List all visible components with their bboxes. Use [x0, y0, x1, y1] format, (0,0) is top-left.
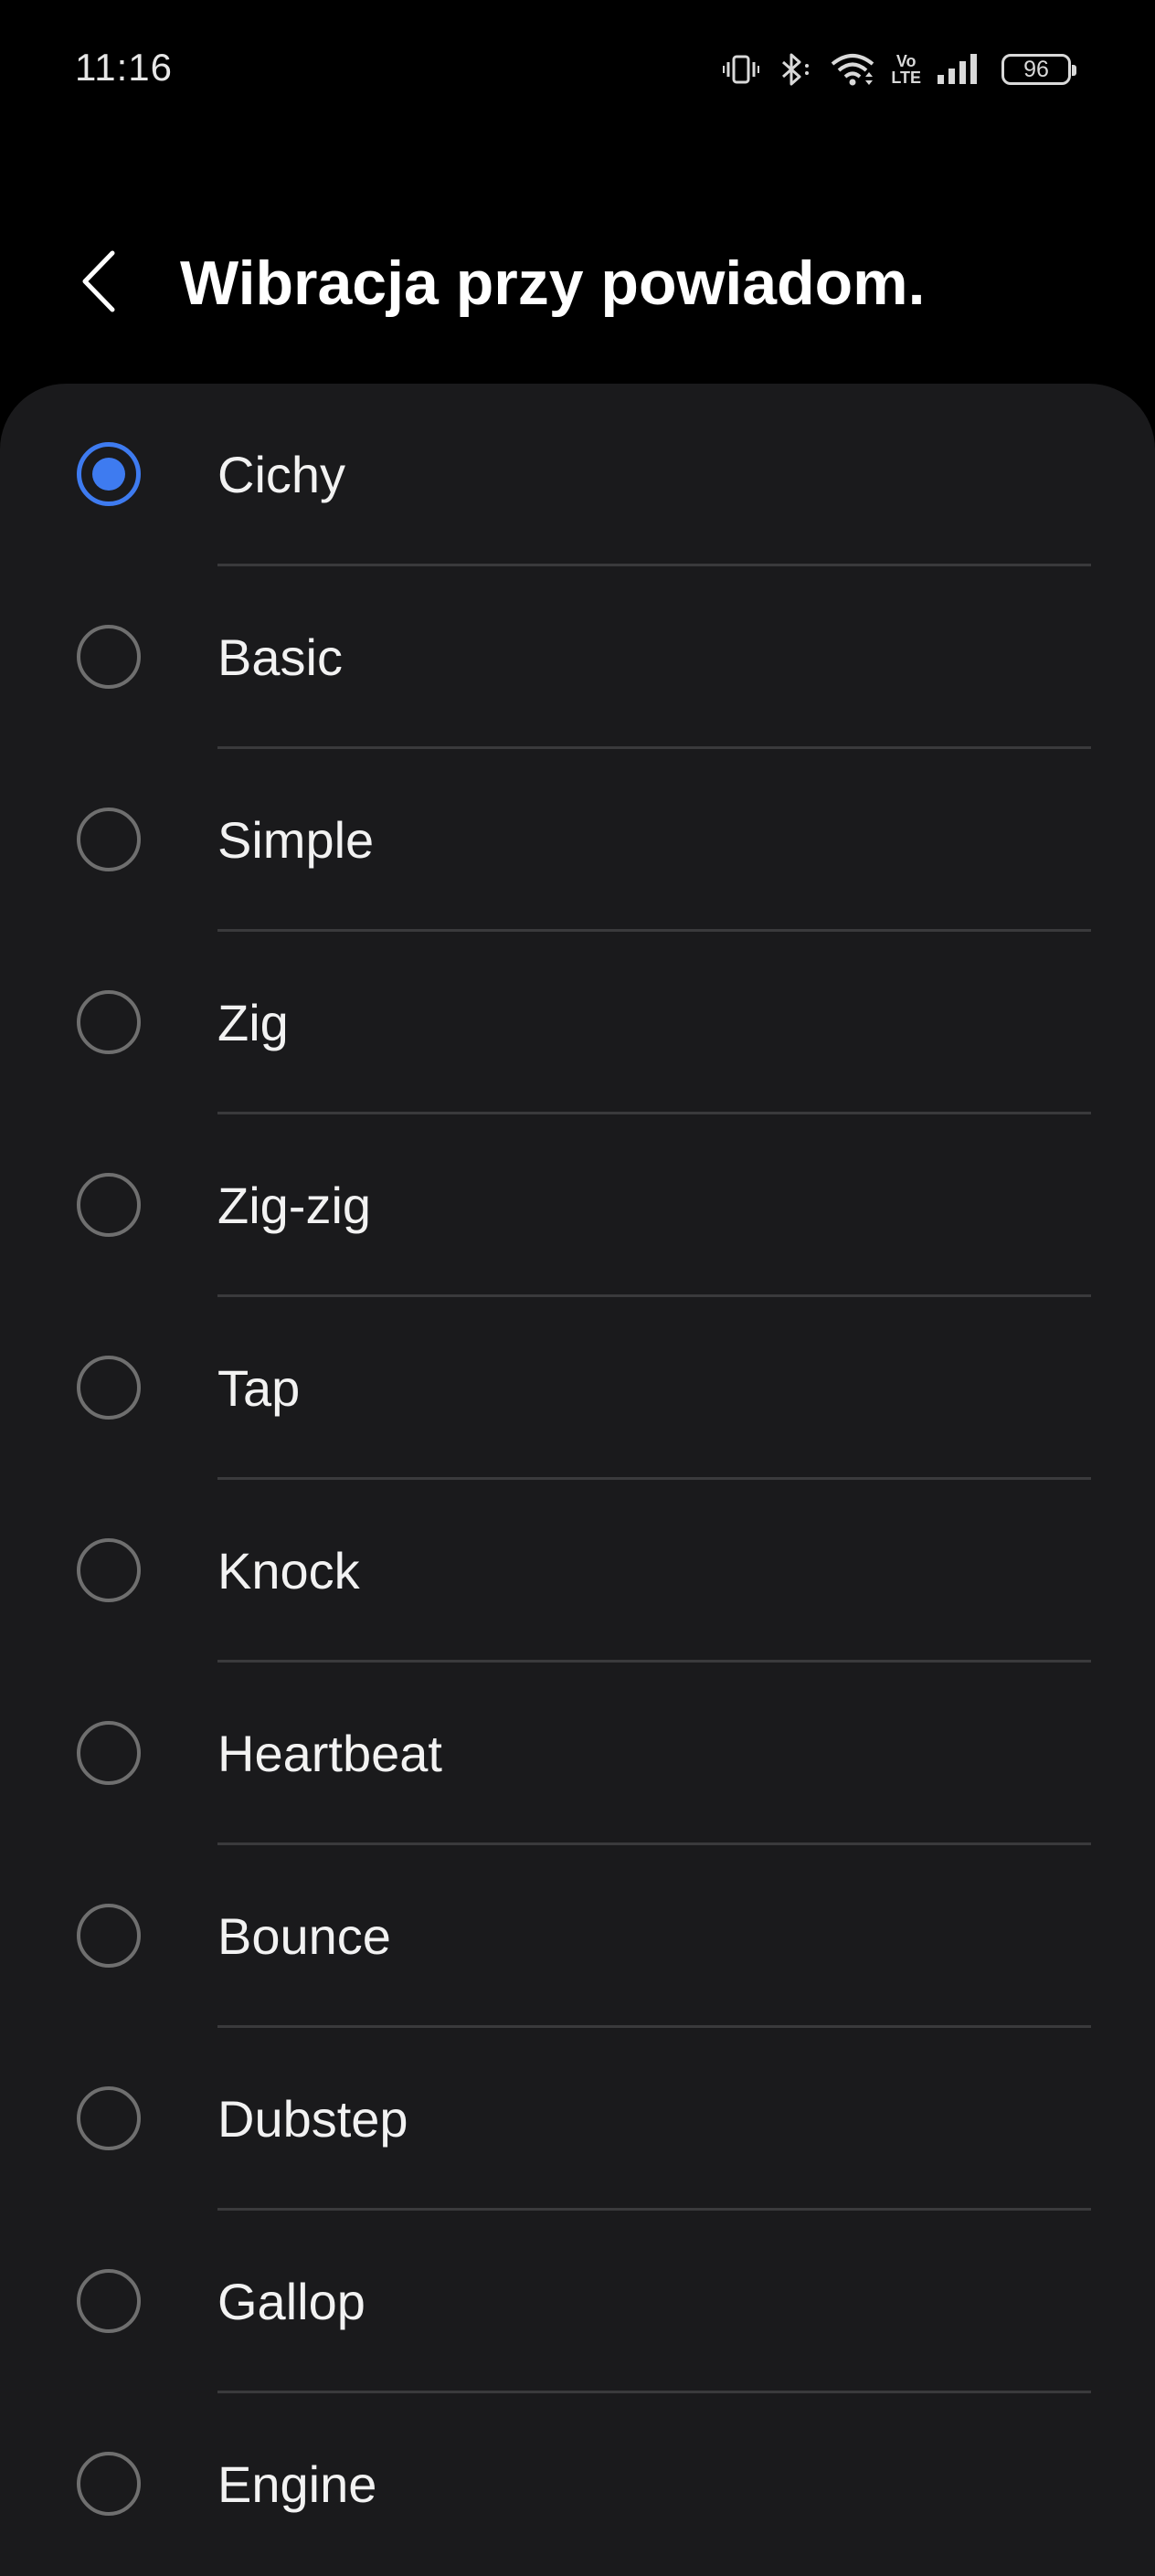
- radio-dot: [92, 458, 125, 491]
- radio-button[interactable]: [77, 2452, 141, 2516]
- radio-button[interactable]: [77, 1904, 141, 1968]
- volte-text-top: Vo: [895, 52, 917, 70]
- vibration-options-list: Cichy Basic Simple Zig Zig-zig Tap Knock Heartb…: [0, 384, 1155, 2576]
- volte-icon: Vo LTE: [891, 53, 921, 86]
- radio-button[interactable]: [77, 990, 141, 1054]
- option-label: Simple: [217, 811, 375, 869]
- option-row[interactable]: Dubstep: [0, 2028, 1155, 2211]
- radio-button[interactable]: [77, 2086, 141, 2150]
- volte-text-bottom: LTE: [891, 69, 921, 87]
- vibrate-icon: [723, 51, 760, 88]
- page-title: Wibracja przy powiadom.: [180, 248, 926, 318]
- option-row[interactable]: Knock: [0, 1480, 1155, 1663]
- battery-level: 96: [1023, 56, 1049, 82]
- option-label: Engine: [217, 2455, 377, 2513]
- option-label: Gallop: [217, 2273, 366, 2330]
- option-row[interactable]: Zig: [0, 932, 1155, 1114]
- option-row[interactable]: Engine: [0, 2393, 1155, 2576]
- app-header: Wibracja przy powiadom.: [0, 219, 1155, 347]
- option-row[interactable]: Cichy: [0, 384, 1155, 566]
- radio-button[interactable]: [77, 2269, 141, 2333]
- radio-button[interactable]: [77, 1721, 141, 1785]
- option-row[interactable]: Gallop: [0, 2211, 1155, 2393]
- option-label: Tap: [217, 1359, 301, 1417]
- radio-button[interactable]: [77, 1538, 141, 1602]
- radio-button[interactable]: [77, 1356, 141, 1420]
- wifi-icon: [829, 49, 876, 90]
- option-label: Knock: [217, 1542, 360, 1599]
- option-row[interactable]: Simple: [0, 749, 1155, 932]
- option-label: Dubstep: [217, 2090, 408, 2148]
- option-label: Heartbeat: [217, 1725, 442, 1782]
- option-row[interactable]: Tap: [0, 1297, 1155, 1480]
- status-bar: 11:16 Vo LTE 96: [0, 0, 1155, 137]
- option-row[interactable]: Zig-zig: [0, 1114, 1155, 1297]
- signal-icon: [936, 51, 981, 88]
- option-row[interactable]: Heartbeat: [0, 1663, 1155, 1845]
- option-label: Basic: [217, 628, 343, 686]
- bluetooth-icon: [774, 49, 814, 90]
- radio-button[interactable]: [77, 808, 141, 871]
- radio-button[interactable]: [77, 1173, 141, 1237]
- status-icons: Vo LTE 96: [723, 46, 1076, 93]
- option-label: Cichy: [217, 446, 346, 503]
- option-row[interactable]: Bounce: [0, 1845, 1155, 2028]
- option-label: Bounce: [217, 1907, 391, 1965]
- option-row[interactable]: Basic: [0, 566, 1155, 749]
- radio-button[interactable]: [77, 625, 141, 689]
- option-label: Zig-zig: [217, 1177, 372, 1234]
- option-label: Zig: [217, 994, 289, 1051]
- chevron-left-icon: [78, 249, 123, 318]
- status-time: 11:16: [75, 46, 173, 89]
- radio-button-selected[interactable]: [77, 442, 141, 506]
- back-button[interactable]: [64, 247, 137, 320]
- battery-icon: 96: [1001, 54, 1076, 85]
